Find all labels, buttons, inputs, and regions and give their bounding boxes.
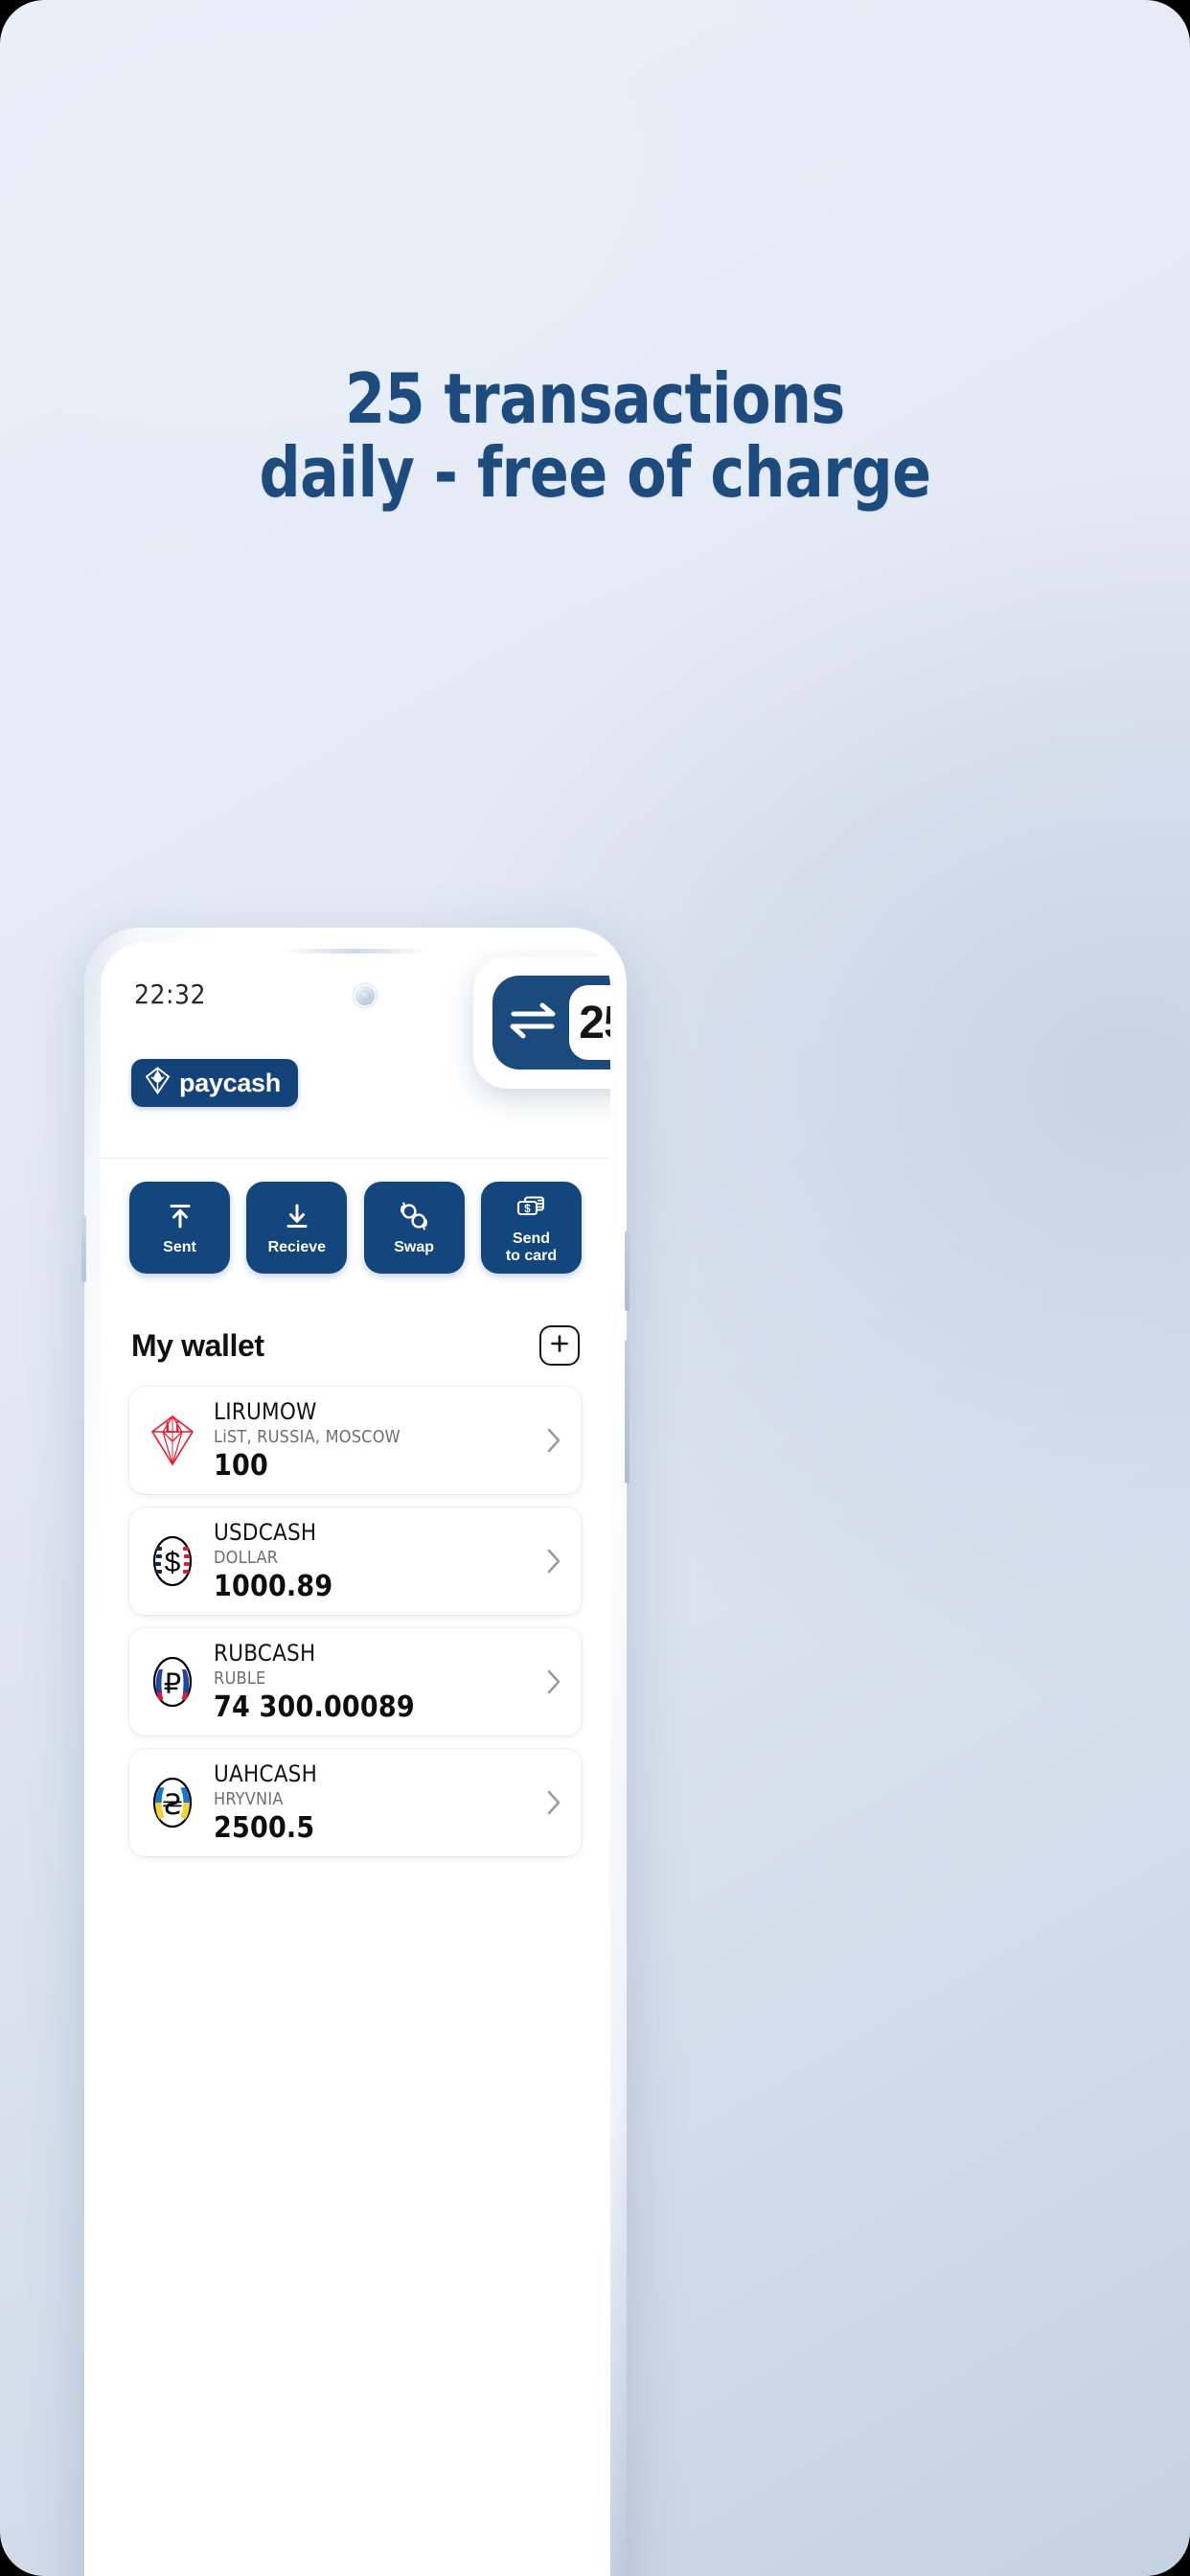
wallet-header: My wallet (101, 1318, 610, 1373)
phone-mockup: 22:32 paycash Sent Recieve Swap $ Send t… (81, 928, 629, 2576)
coin-subtitle: HRYVNIA (214, 1788, 284, 1809)
svg-text:Li: Li (165, 1418, 179, 1437)
wallet-info: LIRUMOW LiST, RUSSIA, MOSCOW 100 (214, 1399, 541, 1482)
wallet-title: My wallet (131, 1327, 264, 1363)
headline-line-2: daily - free of charge (259, 432, 931, 514)
svg-text:$: $ (165, 1547, 181, 1578)
swap-circles-icon (398, 1200, 430, 1232)
action-label-send-to-card: Send to card (505, 1230, 558, 1264)
paycash-diamond-icon (145, 1067, 171, 1099)
coin-name: USDCASH (214, 1519, 317, 1547)
wallet-list: Li LIRUMOW LiST, RUSSIA, MOSCOW 100 $ US… (101, 1387, 610, 1856)
paycash-brand-pill[interactable]: paycash (131, 1059, 298, 1107)
wallet-info: USDCASH DOLLAR 1000.89 (214, 1520, 541, 1602)
coin-amount: 100 (214, 1449, 268, 1484)
paycash-brand-label: paycash (179, 1068, 281, 1097)
swap-arrows-icon (502, 994, 565, 1052)
coin-subtitle: RUBLE (214, 1668, 266, 1689)
lirumow-diamond-icon: Li (143, 1411, 202, 1470)
wallet-info: RUBCASH RUBLE 74 300.00089 (214, 1641, 541, 1723)
action-button-send-to-card[interactable]: $ Send to card (480, 1182, 582, 1274)
uah-flag-circle-icon: ₴ (143, 1773, 202, 1832)
badge-count: 25 (569, 985, 610, 1060)
coin-name: LIRUMOW (214, 1398, 317, 1426)
action-button-recieve[interactable]: Recieve (246, 1182, 348, 1274)
status-time: 22:32 (134, 978, 207, 1010)
wallet-card-rubcash[interactable]: ₽ RUBCASH RUBLE 74 300.00089 (129, 1628, 582, 1736)
cards-dollar-icon: $ (515, 1191, 547, 1224)
promo-screenshot: 25 transactions daily - free of charge 2… (0, 0, 1190, 2576)
add-wallet-button[interactable] (539, 1325, 580, 1366)
coin-amount: 74 300.00089 (214, 1690, 415, 1725)
chevron-right-icon (541, 1782, 566, 1823)
wallet-card-lirumow[interactable]: Li LIRUMOW LiST, RUSSIA, MOSCOW 100 (129, 1387, 582, 1494)
wallet-card-usdcash[interactable]: $ USDCASH DOLLAR 1000.89 (129, 1507, 582, 1615)
plus-icon (549, 1333, 570, 1359)
arrow-down-to-line-icon (281, 1200, 313, 1232)
chevron-right-icon (541, 1541, 566, 1581)
promo-headline: 25 transactions daily - free of charge (41, 361, 1148, 514)
wallet-card-uahcash[interactable]: ₴ UAHCASH HRYVNIA 2500.5 (129, 1749, 582, 1856)
badge-pill: 25 (492, 976, 610, 1070)
chevron-right-icon (541, 1662, 566, 1702)
chevron-right-icon (541, 1420, 566, 1460)
svg-text:$: $ (525, 1204, 532, 1215)
wallet-info: UAHCASH HRYVNIA 2500.5 (214, 1761, 541, 1844)
action-button-sent[interactable]: Sent (129, 1182, 230, 1274)
usd-flag-circle-icon: $ (143, 1531, 202, 1591)
action-label-swap: Swap (394, 1238, 435, 1255)
coin-subtitle: DOLLAR (214, 1547, 279, 1568)
coin-amount: 2500.5 (214, 1811, 315, 1846)
svg-text:₽: ₽ (164, 1668, 181, 1700)
phone-screen: 22:32 paycash Sent Recieve Swap $ Send t… (101, 942, 610, 2576)
coin-subtitle: LiST, RUSSIA, MOSCOW (214, 1426, 400, 1447)
coin-name: UAHCASH (214, 1760, 318, 1788)
coin-amount: 1000.89 (214, 1570, 333, 1604)
phone-left-button (81, 1215, 86, 1282)
phone-power-button (625, 1340, 629, 1484)
earpiece-speaker (284, 949, 427, 954)
headline-line-1: 25 transactions (345, 358, 845, 439)
transactions-count-badge: 25 (473, 956, 610, 1089)
action-label-recieve: Recieve (267, 1238, 327, 1255)
action-label-sent: Sent (163, 1238, 196, 1255)
phone-volume-button (625, 1230, 629, 1311)
svg-text:₴: ₴ (162, 1788, 183, 1821)
arrow-up-to-line-icon (164, 1200, 196, 1232)
rub-flag-circle-icon: ₽ (143, 1652, 202, 1712)
coin-name: RUBCASH (214, 1640, 316, 1668)
quick-actions-row: Sent Recieve Swap $ Send to card (101, 1182, 610, 1274)
action-button-swap[interactable]: Swap (363, 1182, 465, 1274)
